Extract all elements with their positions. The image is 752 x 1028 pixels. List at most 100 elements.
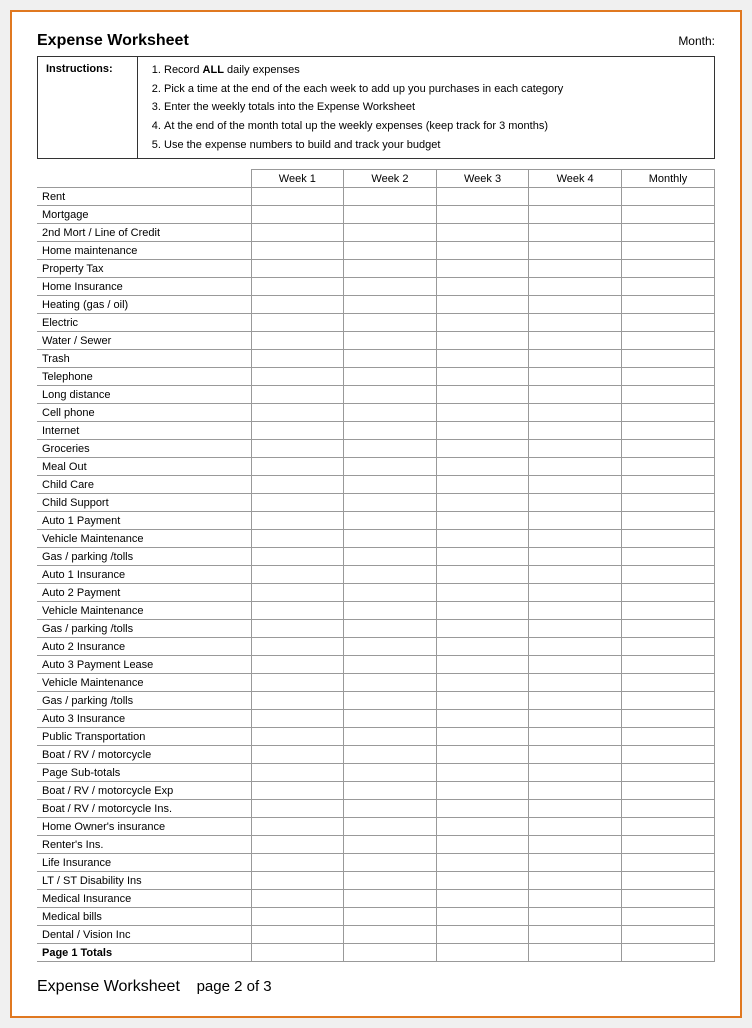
data-cell[interactable] bbox=[436, 242, 529, 260]
data-cell[interactable] bbox=[529, 224, 622, 242]
data-cell[interactable] bbox=[529, 584, 622, 602]
data-cell[interactable] bbox=[529, 620, 622, 638]
data-cell[interactable] bbox=[529, 350, 622, 368]
data-cell[interactable] bbox=[621, 494, 714, 512]
data-cell[interactable] bbox=[251, 188, 344, 206]
data-cell[interactable] bbox=[251, 494, 344, 512]
data-cell[interactable] bbox=[529, 296, 622, 314]
data-cell[interactable] bbox=[251, 404, 344, 422]
data-cell[interactable] bbox=[529, 746, 622, 764]
data-cell[interactable] bbox=[529, 782, 622, 800]
data-cell[interactable] bbox=[436, 278, 529, 296]
data-cell[interactable] bbox=[344, 692, 437, 710]
data-cell[interactable] bbox=[251, 584, 344, 602]
data-cell[interactable] bbox=[344, 332, 437, 350]
data-cell[interactable] bbox=[529, 368, 622, 386]
data-cell[interactable] bbox=[344, 908, 437, 926]
data-cell[interactable] bbox=[436, 458, 529, 476]
data-cell[interactable] bbox=[621, 656, 714, 674]
data-cell[interactable] bbox=[251, 656, 344, 674]
data-cell[interactable] bbox=[251, 602, 344, 620]
data-cell[interactable] bbox=[436, 476, 529, 494]
data-cell[interactable] bbox=[436, 440, 529, 458]
data-cell[interactable] bbox=[621, 728, 714, 746]
data-cell[interactable] bbox=[621, 548, 714, 566]
data-cell[interactable] bbox=[251, 926, 344, 944]
data-cell[interactable] bbox=[529, 494, 622, 512]
data-cell[interactable] bbox=[436, 386, 529, 404]
data-cell[interactable] bbox=[529, 602, 622, 620]
data-cell[interactable] bbox=[621, 584, 714, 602]
data-cell[interactable] bbox=[344, 530, 437, 548]
data-cell[interactable] bbox=[344, 656, 437, 674]
data-cell[interactable] bbox=[251, 782, 344, 800]
data-cell[interactable] bbox=[621, 332, 714, 350]
data-cell[interactable] bbox=[251, 872, 344, 890]
data-cell[interactable] bbox=[344, 818, 437, 836]
data-cell[interactable] bbox=[251, 692, 344, 710]
data-cell[interactable] bbox=[529, 890, 622, 908]
data-cell[interactable] bbox=[621, 746, 714, 764]
data-cell[interactable] bbox=[344, 566, 437, 584]
data-cell[interactable] bbox=[436, 746, 529, 764]
data-cell[interactable] bbox=[251, 224, 344, 242]
data-cell[interactable] bbox=[529, 728, 622, 746]
data-cell[interactable] bbox=[344, 260, 437, 278]
data-cell[interactable] bbox=[344, 746, 437, 764]
data-cell[interactable] bbox=[344, 206, 437, 224]
data-cell[interactable] bbox=[436, 260, 529, 278]
data-cell[interactable] bbox=[436, 314, 529, 332]
data-cell[interactable] bbox=[251, 638, 344, 656]
data-cell[interactable] bbox=[529, 548, 622, 566]
data-cell[interactable] bbox=[529, 458, 622, 476]
data-cell[interactable] bbox=[344, 440, 437, 458]
data-cell[interactable] bbox=[529, 926, 622, 944]
data-cell[interactable] bbox=[344, 800, 437, 818]
data-cell[interactable] bbox=[621, 854, 714, 872]
data-cell[interactable] bbox=[344, 188, 437, 206]
data-cell[interactable] bbox=[344, 458, 437, 476]
data-cell[interactable] bbox=[344, 476, 437, 494]
data-cell[interactable] bbox=[436, 944, 529, 962]
data-cell[interactable] bbox=[344, 242, 437, 260]
data-cell[interactable] bbox=[436, 530, 529, 548]
data-cell[interactable] bbox=[344, 584, 437, 602]
data-cell[interactable] bbox=[621, 368, 714, 386]
data-cell[interactable] bbox=[436, 602, 529, 620]
data-cell[interactable] bbox=[344, 638, 437, 656]
data-cell[interactable] bbox=[621, 242, 714, 260]
data-cell[interactable] bbox=[251, 296, 344, 314]
data-cell[interactable] bbox=[621, 404, 714, 422]
data-cell[interactable] bbox=[251, 314, 344, 332]
data-cell[interactable] bbox=[344, 854, 437, 872]
data-cell[interactable] bbox=[251, 422, 344, 440]
data-cell[interactable] bbox=[251, 836, 344, 854]
data-cell[interactable] bbox=[251, 260, 344, 278]
data-cell[interactable] bbox=[621, 206, 714, 224]
data-cell[interactable] bbox=[436, 656, 529, 674]
data-cell[interactable] bbox=[529, 818, 622, 836]
data-cell[interactable] bbox=[344, 278, 437, 296]
data-cell[interactable] bbox=[529, 566, 622, 584]
data-cell[interactable] bbox=[529, 908, 622, 926]
data-cell[interactable] bbox=[529, 404, 622, 422]
data-cell[interactable] bbox=[436, 764, 529, 782]
data-cell[interactable] bbox=[344, 836, 437, 854]
data-cell[interactable] bbox=[436, 224, 529, 242]
data-cell[interactable] bbox=[251, 512, 344, 530]
data-cell[interactable] bbox=[251, 854, 344, 872]
data-cell[interactable] bbox=[436, 782, 529, 800]
data-cell[interactable] bbox=[529, 764, 622, 782]
data-cell[interactable] bbox=[621, 782, 714, 800]
data-cell[interactable] bbox=[621, 602, 714, 620]
data-cell[interactable] bbox=[344, 368, 437, 386]
data-cell[interactable] bbox=[436, 872, 529, 890]
data-cell[interactable] bbox=[621, 926, 714, 944]
data-cell[interactable] bbox=[621, 530, 714, 548]
data-cell[interactable] bbox=[251, 530, 344, 548]
data-cell[interactable] bbox=[344, 548, 437, 566]
data-cell[interactable] bbox=[621, 314, 714, 332]
data-cell[interactable] bbox=[529, 260, 622, 278]
data-cell[interactable] bbox=[344, 710, 437, 728]
data-cell[interactable] bbox=[621, 620, 714, 638]
